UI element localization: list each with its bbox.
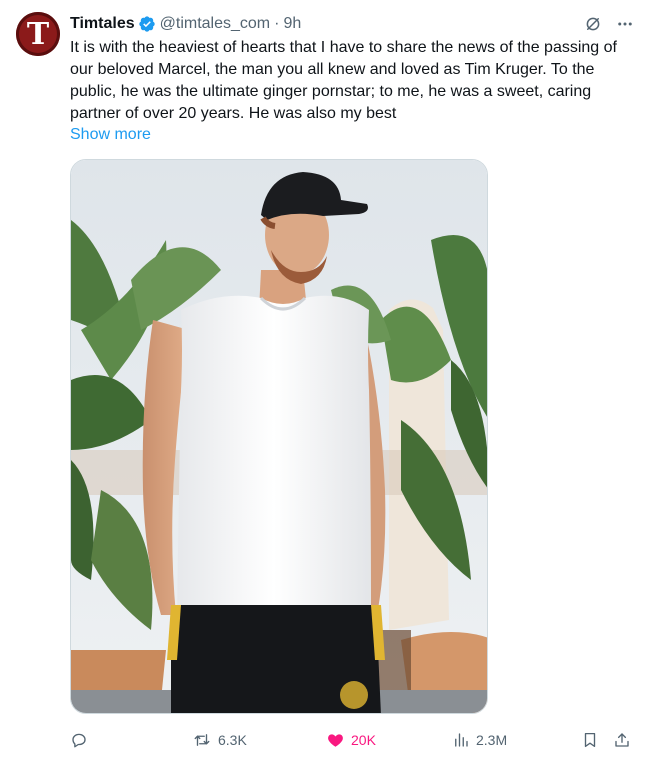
share-button[interactable] bbox=[613, 728, 631, 752]
timestamp[interactable]: 9h bbox=[283, 15, 301, 33]
avatar-logo-letter: T bbox=[26, 17, 50, 52]
tweet-header: Timtales @timtales_com · 9h bbox=[70, 12, 634, 36]
heart-icon bbox=[326, 731, 345, 749]
verified-badge-icon bbox=[138, 15, 156, 33]
separator-dot: · bbox=[274, 15, 280, 32]
show-more-link[interactable]: Show more bbox=[70, 124, 151, 146]
author-handle[interactable]: @timtales_com bbox=[160, 15, 271, 33]
author-name[interactable]: Timtales bbox=[70, 15, 135, 33]
tweet-actions: 6.3K 20K 2.3M bbox=[70, 728, 634, 752]
tweet-text: It is with the heaviest of hearts that I… bbox=[70, 39, 617, 122]
avatar[interactable]: T bbox=[16, 12, 60, 56]
views-button[interactable]: 2.3M bbox=[452, 728, 507, 752]
tweet[interactable]: T Timtales @timtales_com · 9h It is with… bbox=[0, 0, 650, 763]
view-count: 2.3M bbox=[476, 732, 508, 748]
photo-illustration bbox=[71, 160, 487, 713]
reply-icon bbox=[70, 731, 88, 749]
like-button[interactable]: 20K bbox=[326, 728, 376, 752]
tweet-photo[interactable] bbox=[70, 159, 488, 714]
retweet-button[interactable]: 6.3K bbox=[192, 728, 247, 752]
like-count: 20K bbox=[351, 732, 376, 748]
grok-icon[interactable] bbox=[584, 15, 602, 33]
bookmark-icon bbox=[581, 731, 599, 749]
retweet-count: 6.3K bbox=[218, 732, 247, 748]
bookmark-button[interactable] bbox=[581, 728, 599, 752]
views-icon bbox=[452, 731, 470, 749]
share-icon bbox=[613, 731, 631, 749]
reply-button[interactable] bbox=[70, 728, 88, 752]
retweet-icon bbox=[192, 731, 212, 749]
more-icon[interactable] bbox=[616, 15, 634, 33]
header-actions bbox=[584, 15, 634, 33]
